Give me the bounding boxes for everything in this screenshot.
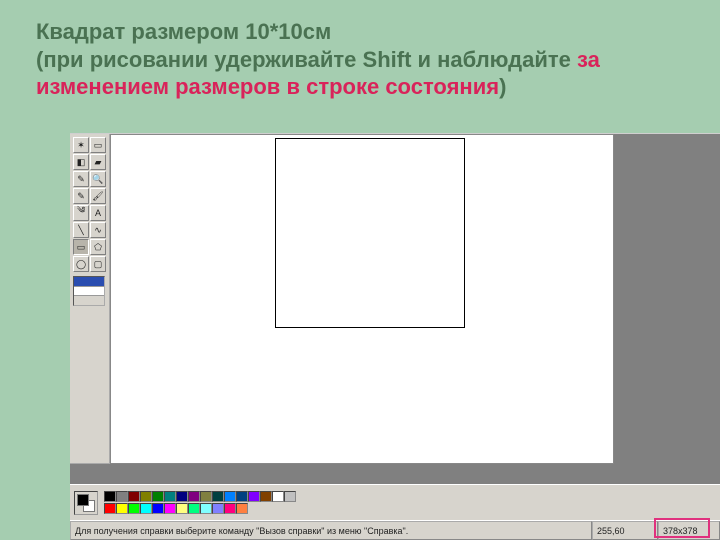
tool-rounded-rect[interactable]: ▢ (90, 256, 106, 272)
fill-option-filled[interactable] (74, 287, 104, 297)
swatch[interactable] (236, 503, 248, 514)
slide-header: Квадрат размером 10*10см (при рисовании … (0, 0, 720, 113)
fill-option-outline[interactable] (74, 277, 104, 287)
slide-title: Квадрат размером 10*10см (при рисовании … (36, 18, 684, 101)
swatch[interactable] (116, 503, 128, 514)
swatch[interactable] (272, 491, 284, 502)
colorbox (70, 484, 720, 520)
swatch[interactable] (176, 491, 188, 502)
swatch[interactable] (140, 503, 152, 514)
swatch[interactable] (128, 491, 140, 502)
swatch[interactable] (104, 491, 116, 502)
tool-fill[interactable]: ▰ (90, 154, 106, 170)
swatch[interactable] (104, 503, 116, 514)
swatch[interactable] (128, 503, 140, 514)
swatch[interactable] (140, 491, 152, 502)
swatch[interactable] (224, 503, 236, 514)
swatch[interactable] (152, 491, 164, 502)
swatch[interactable] (236, 491, 248, 502)
tool-line[interactable]: ╲ (73, 222, 89, 238)
swatch[interactable] (152, 503, 164, 514)
tool-brush[interactable]: 🖌 (90, 188, 106, 204)
swatch[interactable] (224, 491, 236, 502)
tool-curve[interactable]: ∿ (90, 222, 106, 238)
tool-magnifier[interactable]: 🔍 (90, 171, 106, 187)
tool-rect-select[interactable]: ▭ (90, 137, 106, 153)
tool-ellipse[interactable]: ◯ (73, 256, 89, 272)
swatch[interactable] (116, 491, 128, 502)
title-line1: Квадрат размером 10*10см (36, 19, 331, 44)
swatch[interactable] (260, 491, 272, 502)
title-line2c: ) (499, 74, 506, 99)
tool-picker[interactable]: ✎ (73, 171, 89, 187)
tool-eraser[interactable]: ◧ (73, 154, 89, 170)
swatch[interactable] (164, 503, 176, 514)
swatch[interactable] (188, 491, 200, 502)
swatch[interactable] (212, 503, 224, 514)
swatch[interactable] (200, 503, 212, 514)
swatch[interactable] (200, 491, 212, 502)
tool-free-select[interactable]: ✶ (73, 137, 89, 153)
swatch[interactable] (176, 503, 188, 514)
swatch[interactable] (188, 503, 200, 514)
status-size: 378x378 (658, 521, 720, 540)
toolbox: ✶▭◧▰✎🔍✎🖌༄A╲∿▭⬠◯▢ (70, 134, 110, 464)
swatch[interactable] (248, 491, 260, 502)
tool-rectangle[interactable]: ▭ (73, 239, 89, 255)
palette (104, 491, 304, 515)
paint-window: ✶▭◧▰✎🔍✎🖌༄A╲∿▭⬠◯▢ Для получения справки в… (70, 133, 720, 540)
tool-options (73, 276, 105, 306)
drawn-square (275, 138, 465, 328)
status-bar: Для получения справки выберите команду "… (70, 520, 720, 540)
swatch[interactable] (284, 491, 296, 502)
title-line2a: (при рисовании удерживайте Shift и наблю… (36, 47, 577, 72)
swatch[interactable] (212, 491, 224, 502)
status-hint: Для получения справки выберите команду "… (70, 521, 592, 540)
tool-airbrush[interactable]: ༄ (73, 205, 89, 221)
fill-option-solid[interactable] (74, 296, 104, 305)
status-coords: 255,60 (592, 521, 658, 540)
swatch[interactable] (164, 491, 176, 502)
fg-color-indicator (77, 494, 89, 506)
canvas-area[interactable] (110, 134, 614, 464)
current-colors[interactable] (74, 491, 98, 515)
tool-grid: ✶▭◧▰✎🔍✎🖌༄A╲∿▭⬠◯▢ (73, 137, 106, 272)
tool-text[interactable]: A (90, 205, 106, 221)
tool-polygon[interactable]: ⬠ (90, 239, 106, 255)
